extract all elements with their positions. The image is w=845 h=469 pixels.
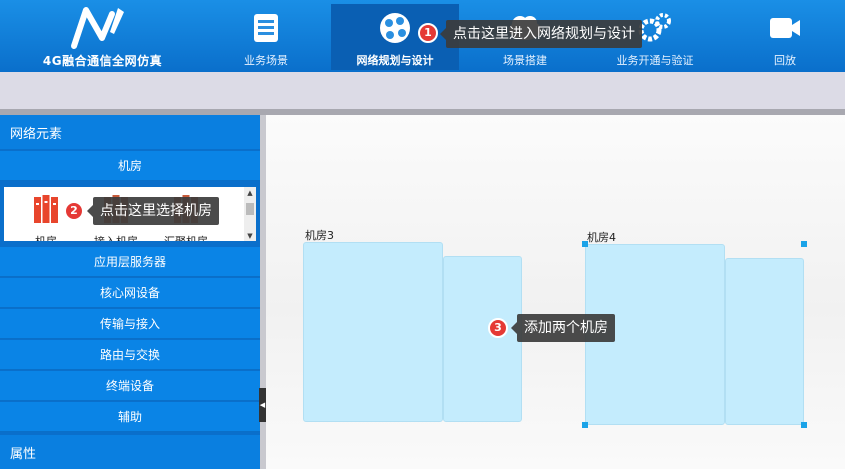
globe-icon <box>380 13 410 43</box>
palette-label: 接入机房 <box>86 233 146 241</box>
category-terminal-devices[interactable]: 终端设备 <box>0 371 260 401</box>
machine-room-3-right[interactable] <box>443 256 522 422</box>
category-app-servers[interactable]: 应用层服务器 <box>0 247 260 277</box>
nav-label: 业务场景 <box>244 54 288 67</box>
selection-handle[interactable] <box>801 422 807 428</box>
tooltip-step-1: 点击这里进入网络规划与设计 <box>440 20 642 48</box>
selection-handle[interactable] <box>582 422 588 428</box>
step-badge: 2 <box>64 201 84 221</box>
scroll-down-icon[interactable]: ▼ <box>244 232 256 240</box>
nav-label: 网络规划与设计 <box>356 54 434 67</box>
panel-header: 网络元素 <box>0 115 260 149</box>
tooltip-step-2: 点击这里选择机房 <box>87 197 219 225</box>
category-machine-room[interactable]: 机房 <box>0 151 260 181</box>
app-title: 4G融合通信全网仿真 <box>42 54 163 68</box>
toolbar-band <box>0 72 845 109</box>
selection-handle[interactable] <box>582 241 588 247</box>
palette-label: 汇聚机房 <box>156 233 216 241</box>
step-badge: 1 <box>418 23 438 43</box>
logo-n-icon <box>71 7 124 49</box>
nav-playback[interactable]: 回放 <box>745 4 825 70</box>
server-rack-icon <box>34 195 58 223</box>
scroll-up-icon[interactable]: ▲ <box>244 189 256 197</box>
category-transport-access[interactable]: 传输与接入 <box>0 309 260 339</box>
collapse-panel-icon[interactable]: ◀ <box>259 388 266 422</box>
machine-room-3-left[interactable] <box>303 242 443 422</box>
nav-label: 回放 <box>774 54 796 67</box>
nav-label: 场景搭建 <box>503 54 547 67</box>
video-camera-icon <box>770 18 800 38</box>
palette-scrollbar[interactable]: ▲ ▼ <box>244 187 256 241</box>
room-label: 机房4 <box>587 231 616 244</box>
properties-header[interactable]: 属性 <box>0 435 260 469</box>
scroll-thumb[interactable] <box>246 203 254 215</box>
palette-label: 机房 <box>16 233 76 241</box>
nav-business-scenario[interactable]: 业务场景 <box>226 4 306 70</box>
app-logo: 4G融合通信全网仿真 <box>0 0 205 72</box>
nav-label: 业务开通与验证 <box>616 54 694 67</box>
category-routing-switching[interactable]: 路由与交换 <box>0 340 260 370</box>
machine-room-4-right[interactable] <box>725 258 804 425</box>
selection-handle[interactable] <box>801 241 807 247</box>
category-core-network[interactable]: 核心网设备 <box>0 278 260 308</box>
category-auxiliary[interactable]: 辅助 <box>0 402 260 432</box>
document-icon <box>254 14 278 42</box>
tooltip-step-3: 添加两个机房 <box>511 314 615 342</box>
step-badge: 3 <box>488 318 508 338</box>
room-label: 机房3 <box>305 229 334 242</box>
network-elements-panel: 网络元素 机房 机房 接入机房 <box>0 115 260 469</box>
